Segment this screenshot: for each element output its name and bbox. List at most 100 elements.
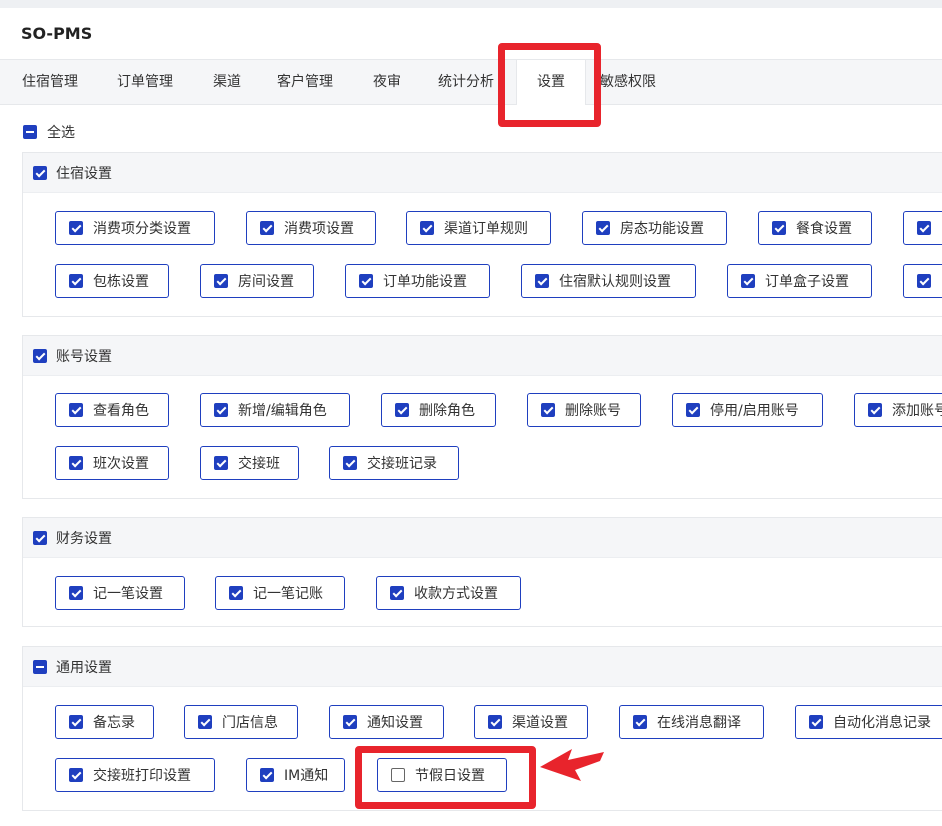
perm-item[interactable]: 包栋设置 bbox=[55, 264, 169, 298]
tab-sensitive-permissions[interactable]: 敏感权限 bbox=[600, 60, 656, 104]
perm-checkbox[interactable] bbox=[359, 274, 373, 288]
perm-label: 包栋设置 bbox=[93, 274, 149, 290]
perm-label: 交接班记录 bbox=[367, 456, 437, 472]
select-all-label: 全选 bbox=[47, 125, 75, 141]
perm-item[interactable] bbox=[903, 211, 942, 245]
perm-checkbox[interactable] bbox=[395, 403, 409, 417]
perm-checkbox[interactable] bbox=[390, 586, 404, 600]
tab-customers[interactable]: 客户管理 bbox=[277, 60, 333, 104]
perm-item[interactable]: 在线消息翻译 bbox=[619, 705, 764, 739]
perm-checkbox[interactable] bbox=[260, 768, 274, 782]
tab-orders[interactable]: 订单管理 bbox=[117, 60, 173, 104]
perm-item[interactable]: 房态功能设置 bbox=[582, 211, 727, 245]
section-header-general[interactable]: 通用设置 bbox=[23, 647, 942, 687]
perm-checkbox[interactable] bbox=[69, 586, 83, 600]
perm-checkbox[interactable] bbox=[343, 715, 357, 729]
section-checkbox-general[interactable] bbox=[33, 659, 47, 674]
perm-checkbox[interactable] bbox=[69, 768, 83, 782]
perm-checkbox[interactable] bbox=[198, 715, 212, 729]
perm-item[interactable]: 交接班 bbox=[200, 446, 299, 480]
perm-label: 订单功能设置 bbox=[383, 274, 467, 290]
perm-checkbox[interactable] bbox=[69, 403, 83, 417]
perm-item[interactable]: IM通知 bbox=[246, 758, 345, 792]
perm-checkbox[interactable] bbox=[343, 456, 357, 470]
perm-checkbox[interactable] bbox=[741, 274, 755, 288]
tab-settings[interactable]: 设置 bbox=[516, 60, 586, 105]
perm-item[interactable]: 添加账号 bbox=[854, 393, 942, 427]
perm-checkbox[interactable] bbox=[214, 456, 228, 470]
perm-item[interactable]: 删除账号 bbox=[527, 393, 641, 427]
perm-checkbox[interactable] bbox=[229, 586, 243, 600]
section-checkbox-account[interactable] bbox=[33, 348, 47, 363]
perm-item[interactable]: 停用/启用账号 bbox=[672, 393, 823, 427]
perm-label: 通知设置 bbox=[367, 715, 423, 731]
holiday-settings-checkbox[interactable] bbox=[391, 768, 405, 782]
perm-item[interactable]: 交接班记录 bbox=[329, 446, 459, 480]
perm-checkbox[interactable] bbox=[809, 715, 823, 729]
perm-item[interactable]: 收款方式设置 bbox=[376, 576, 521, 610]
perm-label: 停用/启用账号 bbox=[710, 403, 799, 419]
perm-item[interactable]: 记一笔记账 bbox=[215, 576, 345, 610]
section-checkbox-finance[interactable] bbox=[33, 530, 47, 545]
perm-checkbox[interactable] bbox=[488, 715, 502, 729]
perm-checkbox[interactable] bbox=[868, 403, 882, 417]
select-all-checkbox[interactable] bbox=[23, 125, 37, 139]
perm-item[interactable]: 班次设置 bbox=[55, 446, 169, 480]
tab-channels[interactable]: 渠道 bbox=[213, 60, 241, 104]
perm-item[interactable]: 餐食设置 bbox=[758, 211, 872, 245]
app-title: SO-PMS bbox=[21, 24, 93, 43]
perm-item[interactable]: 自动化消息记录 bbox=[795, 705, 942, 739]
perm-checkbox[interactable] bbox=[633, 715, 647, 729]
perm-checkbox[interactable] bbox=[420, 221, 434, 235]
tab-statistics[interactable]: 统计分析 bbox=[438, 60, 494, 104]
holiday-settings-item[interactable]: 节假日设置 bbox=[377, 758, 507, 792]
perm-item[interactable]: 通知设置 bbox=[329, 705, 444, 739]
perm-item[interactable]: 记一笔设置 bbox=[55, 576, 185, 610]
perm-item[interactable]: 交接班打印设置 bbox=[55, 758, 215, 792]
perm-label: 新增/编辑角色 bbox=[238, 403, 327, 419]
section-title: 账号设置 bbox=[56, 348, 112, 365]
perm-item[interactable]: 门店信息 bbox=[184, 705, 298, 739]
perm-item[interactable]: 新增/编辑角色 bbox=[200, 393, 350, 427]
perm-checkbox[interactable] bbox=[260, 221, 274, 235]
perm-label: 删除账号 bbox=[565, 403, 621, 419]
perm-checkbox[interactable] bbox=[214, 274, 228, 288]
section-header-lodging[interactable]: 住宿设置 bbox=[23, 153, 942, 193]
perm-checkbox[interactable] bbox=[69, 274, 83, 288]
perm-label: 房态功能设置 bbox=[620, 221, 704, 237]
perm-label: IM通知 bbox=[284, 768, 329, 784]
section-header-account[interactable]: 账号设置 bbox=[23, 336, 942, 376]
tab-night-audit[interactable]: 夜审 bbox=[373, 60, 401, 104]
select-all[interactable]: 全选 bbox=[23, 123, 75, 141]
perm-item[interactable]: 订单功能设置 bbox=[345, 264, 490, 298]
perm-item[interactable]: 消费项设置 bbox=[246, 211, 376, 245]
perm-checkbox[interactable] bbox=[69, 456, 83, 470]
perm-item[interactable]: 住宿默认规则设置 bbox=[521, 264, 696, 298]
perm-item[interactable]: 查看角色 bbox=[55, 393, 169, 427]
perm-checkbox[interactable] bbox=[541, 403, 555, 417]
perm-label: 班次设置 bbox=[93, 456, 149, 472]
perm-item[interactable]: 消费项分类设置 bbox=[55, 211, 215, 245]
perm-item[interactable]: 房间设置 bbox=[200, 264, 314, 298]
perm-label: 记一笔设置 bbox=[93, 586, 163, 602]
perm-item[interactable]: 备忘录 bbox=[55, 705, 154, 739]
perm-item[interactable]: 渠道设置 bbox=[474, 705, 588, 739]
section-header-finance[interactable]: 财务设置 bbox=[23, 518, 942, 558]
section-checkbox-lodging[interactable] bbox=[33, 165, 47, 180]
section-title: 财务设置 bbox=[56, 530, 112, 547]
perm-item[interactable]: 渠道订单规则 bbox=[406, 211, 551, 245]
perm-checkbox[interactable] bbox=[69, 221, 83, 235]
perm-checkbox[interactable] bbox=[772, 221, 786, 235]
perm-item[interactable] bbox=[903, 264, 942, 298]
perm-checkbox[interactable] bbox=[917, 274, 931, 288]
perm-checkbox[interactable] bbox=[69, 715, 83, 729]
perm-checkbox[interactable] bbox=[596, 221, 610, 235]
perm-checkbox[interactable] bbox=[535, 274, 549, 288]
tab-lodging[interactable]: 住宿管理 bbox=[22, 60, 78, 104]
perm-checkbox[interactable] bbox=[917, 221, 931, 235]
tab-bar: 住宿管理 订单管理 渠道 客户管理 夜审 统计分析 设置 敏感权限 bbox=[0, 59, 942, 105]
perm-checkbox[interactable] bbox=[686, 403, 700, 417]
perm-checkbox[interactable] bbox=[214, 403, 228, 417]
perm-item[interactable]: 删除角色 bbox=[381, 393, 496, 427]
perm-item[interactable]: 订单盒子设置 bbox=[727, 264, 872, 298]
